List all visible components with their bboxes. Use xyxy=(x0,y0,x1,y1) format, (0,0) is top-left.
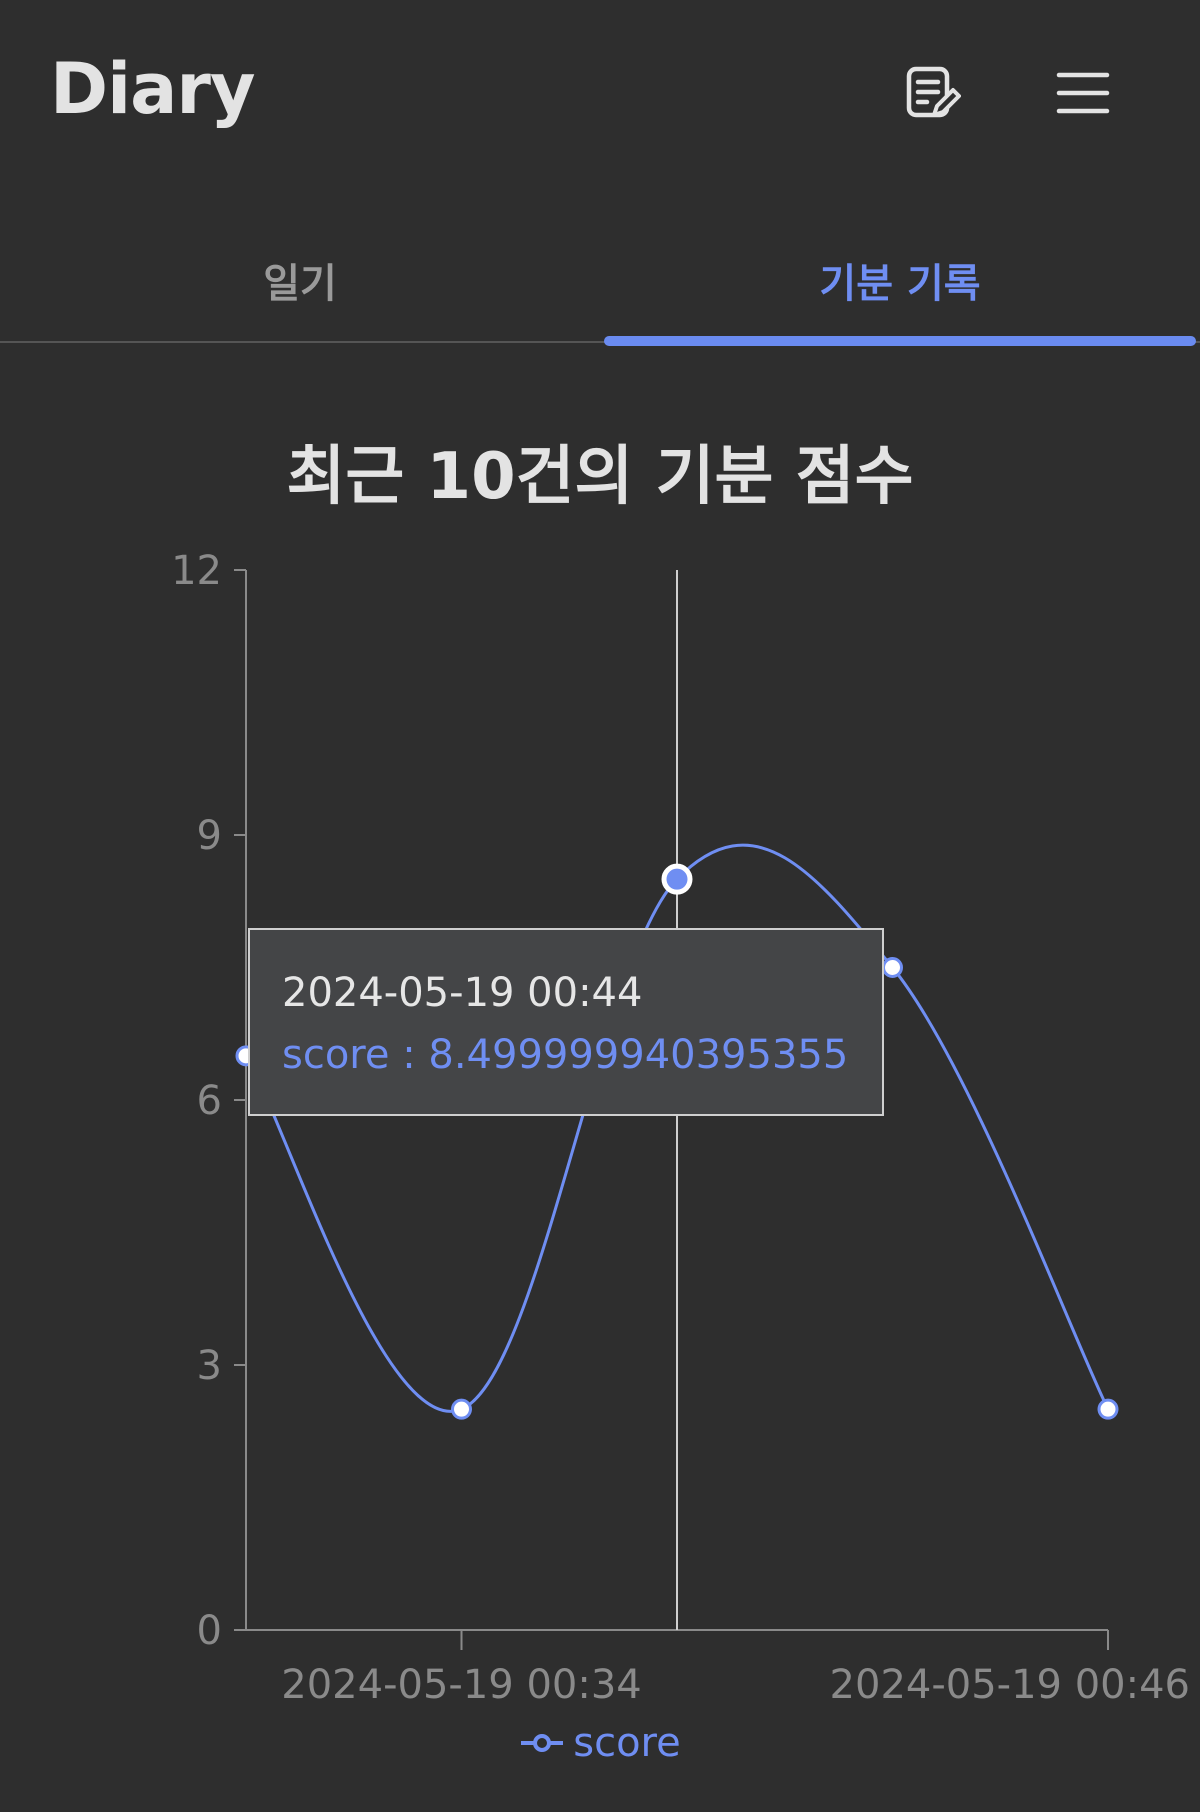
y-tick-label: 12 xyxy=(171,548,222,594)
data-point[interactable] xyxy=(1097,1398,1119,1420)
chart-tooltip: 2024-05-19 00:44 score : 8.4999999403953… xyxy=(248,928,884,1116)
data-point-active[interactable] xyxy=(661,863,693,895)
x-tick-label: 2024-05-19 00:34 xyxy=(281,1662,641,1708)
y-tick-label: 0 xyxy=(197,1608,222,1654)
y-tick-label: 3 xyxy=(197,1343,222,1389)
tooltip-score: score : 8.499999940395355 xyxy=(282,1032,849,1078)
legend-label: score xyxy=(573,1720,681,1766)
data-point[interactable] xyxy=(451,1398,472,1420)
mood-score-chart[interactable]: 0 3 6 9 12 2024-05-19 00:34 2024-05-19 00:46 xyxy=(0,0,1200,1812)
x-tick-label: 2024-05-19 00:46 xyxy=(830,1662,1190,1708)
legend-line-icon xyxy=(521,1734,564,1752)
chart-legend[interactable]: score xyxy=(0,1720,1200,1766)
y-tick-label: 6 xyxy=(197,1078,222,1124)
y-tick-label: 9 xyxy=(197,813,222,859)
data-point[interactable] xyxy=(882,957,903,978)
tooltip-date: 2024-05-19 00:44 xyxy=(282,970,643,1016)
